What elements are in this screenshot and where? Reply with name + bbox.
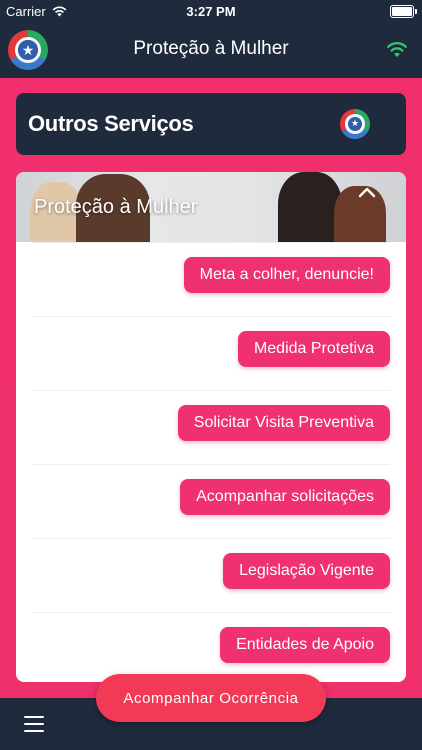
banner-title: Proteção à Mulher: [34, 196, 198, 218]
legislacao-vigente-button[interactable]: Legislação Vigente: [223, 553, 390, 589]
list-item: Legislação Vigente: [32, 538, 390, 612]
connection-status-icon: [387, 42, 407, 57]
acompanhar-solicitacoes-button[interactable]: Acompanhar solicitações: [180, 479, 390, 515]
banner-photo-woman-3: [278, 172, 342, 242]
battery-icon: [390, 5, 417, 18]
services-card: Proteção à Mulher Meta a colher, denunci…: [16, 172, 406, 682]
list-item: Entidades de Apoio: [32, 612, 390, 682]
status-time: 3:27 PM: [186, 4, 236, 19]
list-item: Solicitar Visita Preventiva: [32, 390, 390, 464]
solicitar-visita-button[interactable]: Solicitar Visita Preventiva: [177, 405, 390, 441]
service-list: Meta a colher, denuncie! Medida Protetiv…: [16, 242, 406, 682]
services-logo-icon: ★: [340, 109, 370, 139]
medida-protetiva-button[interactable]: Medida Protetiva: [237, 331, 390, 367]
page-title: Proteção à Mulher: [133, 38, 289, 59]
app-header: ★ Proteção à Mulher: [0, 22, 422, 78]
category-banner[interactable]: Proteção à Mulher: [16, 172, 406, 242]
status-bar: Carrier 3:27 PM: [0, 0, 422, 22]
acompanhar-ocorrencia-button[interactable]: Acompanhar Ocorrência: [96, 674, 326, 722]
main-content: Outros Serviços ★ Proteção à Mulher Meta…: [0, 78, 422, 698]
entidades-apoio-button[interactable]: Entidades de Apoio: [220, 627, 390, 663]
list-item: Medida Protetiva: [32, 316, 390, 390]
denuncie-button[interactable]: Meta a colher, denuncie!: [183, 257, 390, 293]
services-header: Outros Serviços ★: [16, 93, 406, 155]
chevron-up-icon[interactable]: [358, 186, 376, 198]
list-item: Meta a colher, denuncie!: [32, 242, 390, 316]
services-heading: Outros Serviços: [28, 111, 194, 136]
list-item: Acompanhar solicitações: [32, 464, 390, 538]
menu-icon[interactable]: [24, 716, 44, 732]
